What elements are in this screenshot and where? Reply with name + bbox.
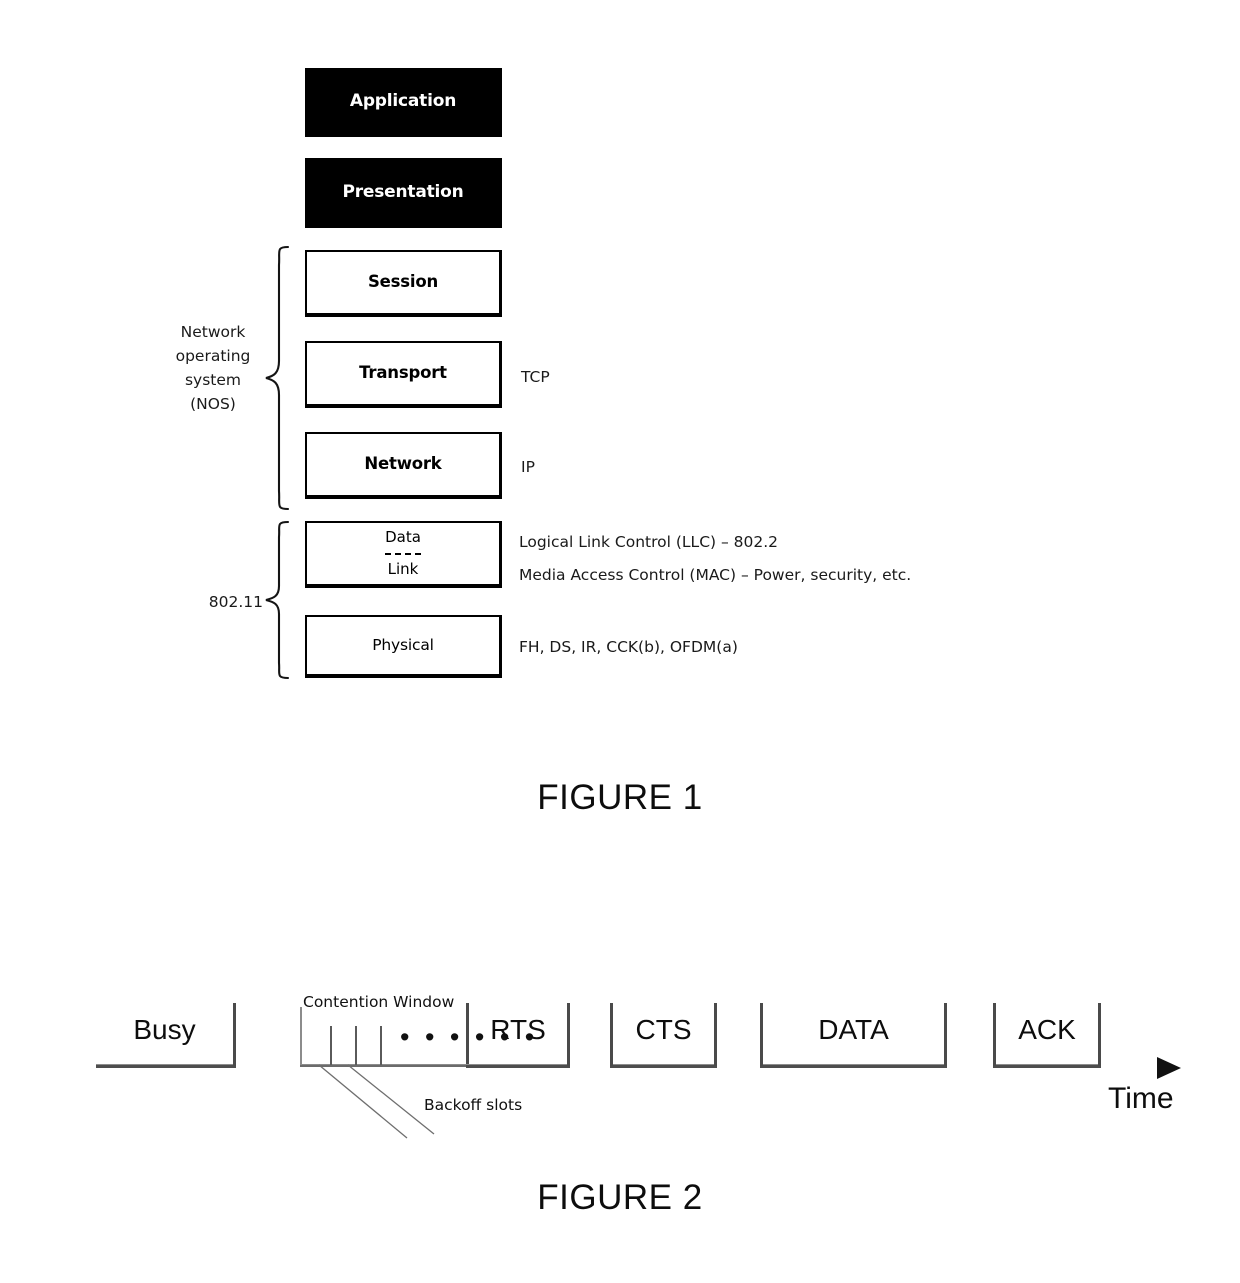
layer-box-transport: Transport: [305, 341, 502, 408]
backoff-slot-tick-1: [330, 1026, 332, 1065]
layer-label-network: Network: [364, 454, 442, 474]
brace-label-802-11: 802.11: [148, 590, 263, 614]
annotation-tcp: TCP: [521, 368, 550, 386]
busy-right-tick: [233, 1003, 236, 1066]
layer-label-link: Link: [387, 559, 419, 578]
annotation-ip: IP: [521, 458, 535, 476]
layer-box-presentation: Presentation: [305, 158, 502, 228]
brace-label-nos-line-3: system: [184, 371, 242, 390]
layer-label-physical: Physical: [372, 635, 434, 654]
brace-802-11: [265, 520, 290, 680]
time-axis-label: Time: [1108, 1082, 1174, 1115]
layer-box-network: Network: [305, 432, 502, 499]
data-link-upper-half: Data: [385, 523, 421, 555]
brace-label-nos-line-4: (NOS): [190, 395, 236, 414]
annotation-llc: Logical Link Control (LLC) – 802.2: [519, 533, 779, 551]
layer-label-session: Session: [367, 272, 439, 292]
contention-window-left-edge: [300, 1007, 302, 1065]
rts-baseline: [466, 1064, 570, 1068]
layer-box-session: Session: [305, 250, 502, 317]
segment-label-rts: RTS: [490, 1014, 546, 1045]
backoff-slots-label: Backoff slots: [424, 1096, 523, 1114]
segment-label-ack: ACK: [1018, 1014, 1076, 1045]
segment-label-data: DATA: [818, 1014, 889, 1045]
figure-1-caption: FIGURE 1: [537, 778, 703, 817]
brace-nos: [265, 245, 290, 511]
layer-box-data-link: Data Link: [305, 521, 502, 588]
brace-label-nos-line-2: operating: [175, 347, 251, 366]
figure-1: Application Presentation Session Transpo…: [0, 0, 1240, 860]
layer-box-physical: Physical: [305, 615, 502, 678]
layer-label-application: Application: [349, 91, 457, 111]
backoff-slot-tick-2: [355, 1026, 357, 1065]
cts-baseline: [610, 1064, 717, 1068]
ack-baseline: [993, 1064, 1101, 1068]
layer-box-application: Application: [305, 68, 502, 137]
annotation-physical-layers: FH, DS, IR, CCK(b), OFDM(a): [519, 638, 738, 656]
busy-baseline: [96, 1064, 236, 1068]
layer-label-transport: Transport: [359, 363, 447, 383]
contention-window-label: Contention Window: [303, 993, 455, 1011]
data-baseline: [760, 1064, 947, 1068]
layer-label-presentation: Presentation: [342, 181, 464, 202]
segment-label-busy: Busy: [133, 1014, 196, 1045]
time-arrow-icon: [1157, 1057, 1181, 1079]
layer-label-data: Data: [385, 528, 421, 547]
figure-sheet: Application Presentation Session Transpo…: [0, 0, 1240, 1283]
brace-label-nos-line-1: Network: [180, 323, 246, 341]
brace-label-nos: Network operating system (NOS): [158, 320, 268, 416]
data-link-lower-half: Link: [388, 555, 419, 585]
figure-2-caption: FIGURE 2: [537, 1178, 703, 1217]
segment-label-cts: CTS: [635, 1014, 692, 1045]
figure-2: Busy Contention Window • • • • • • Backo…: [0, 940, 1240, 1283]
annotation-mac: Media Access Control (MAC) – Power, secu…: [519, 566, 912, 584]
backoff-slot-tick-3: [380, 1026, 382, 1065]
brace-label-802-11-line-1: 802.11: [208, 593, 263, 611]
